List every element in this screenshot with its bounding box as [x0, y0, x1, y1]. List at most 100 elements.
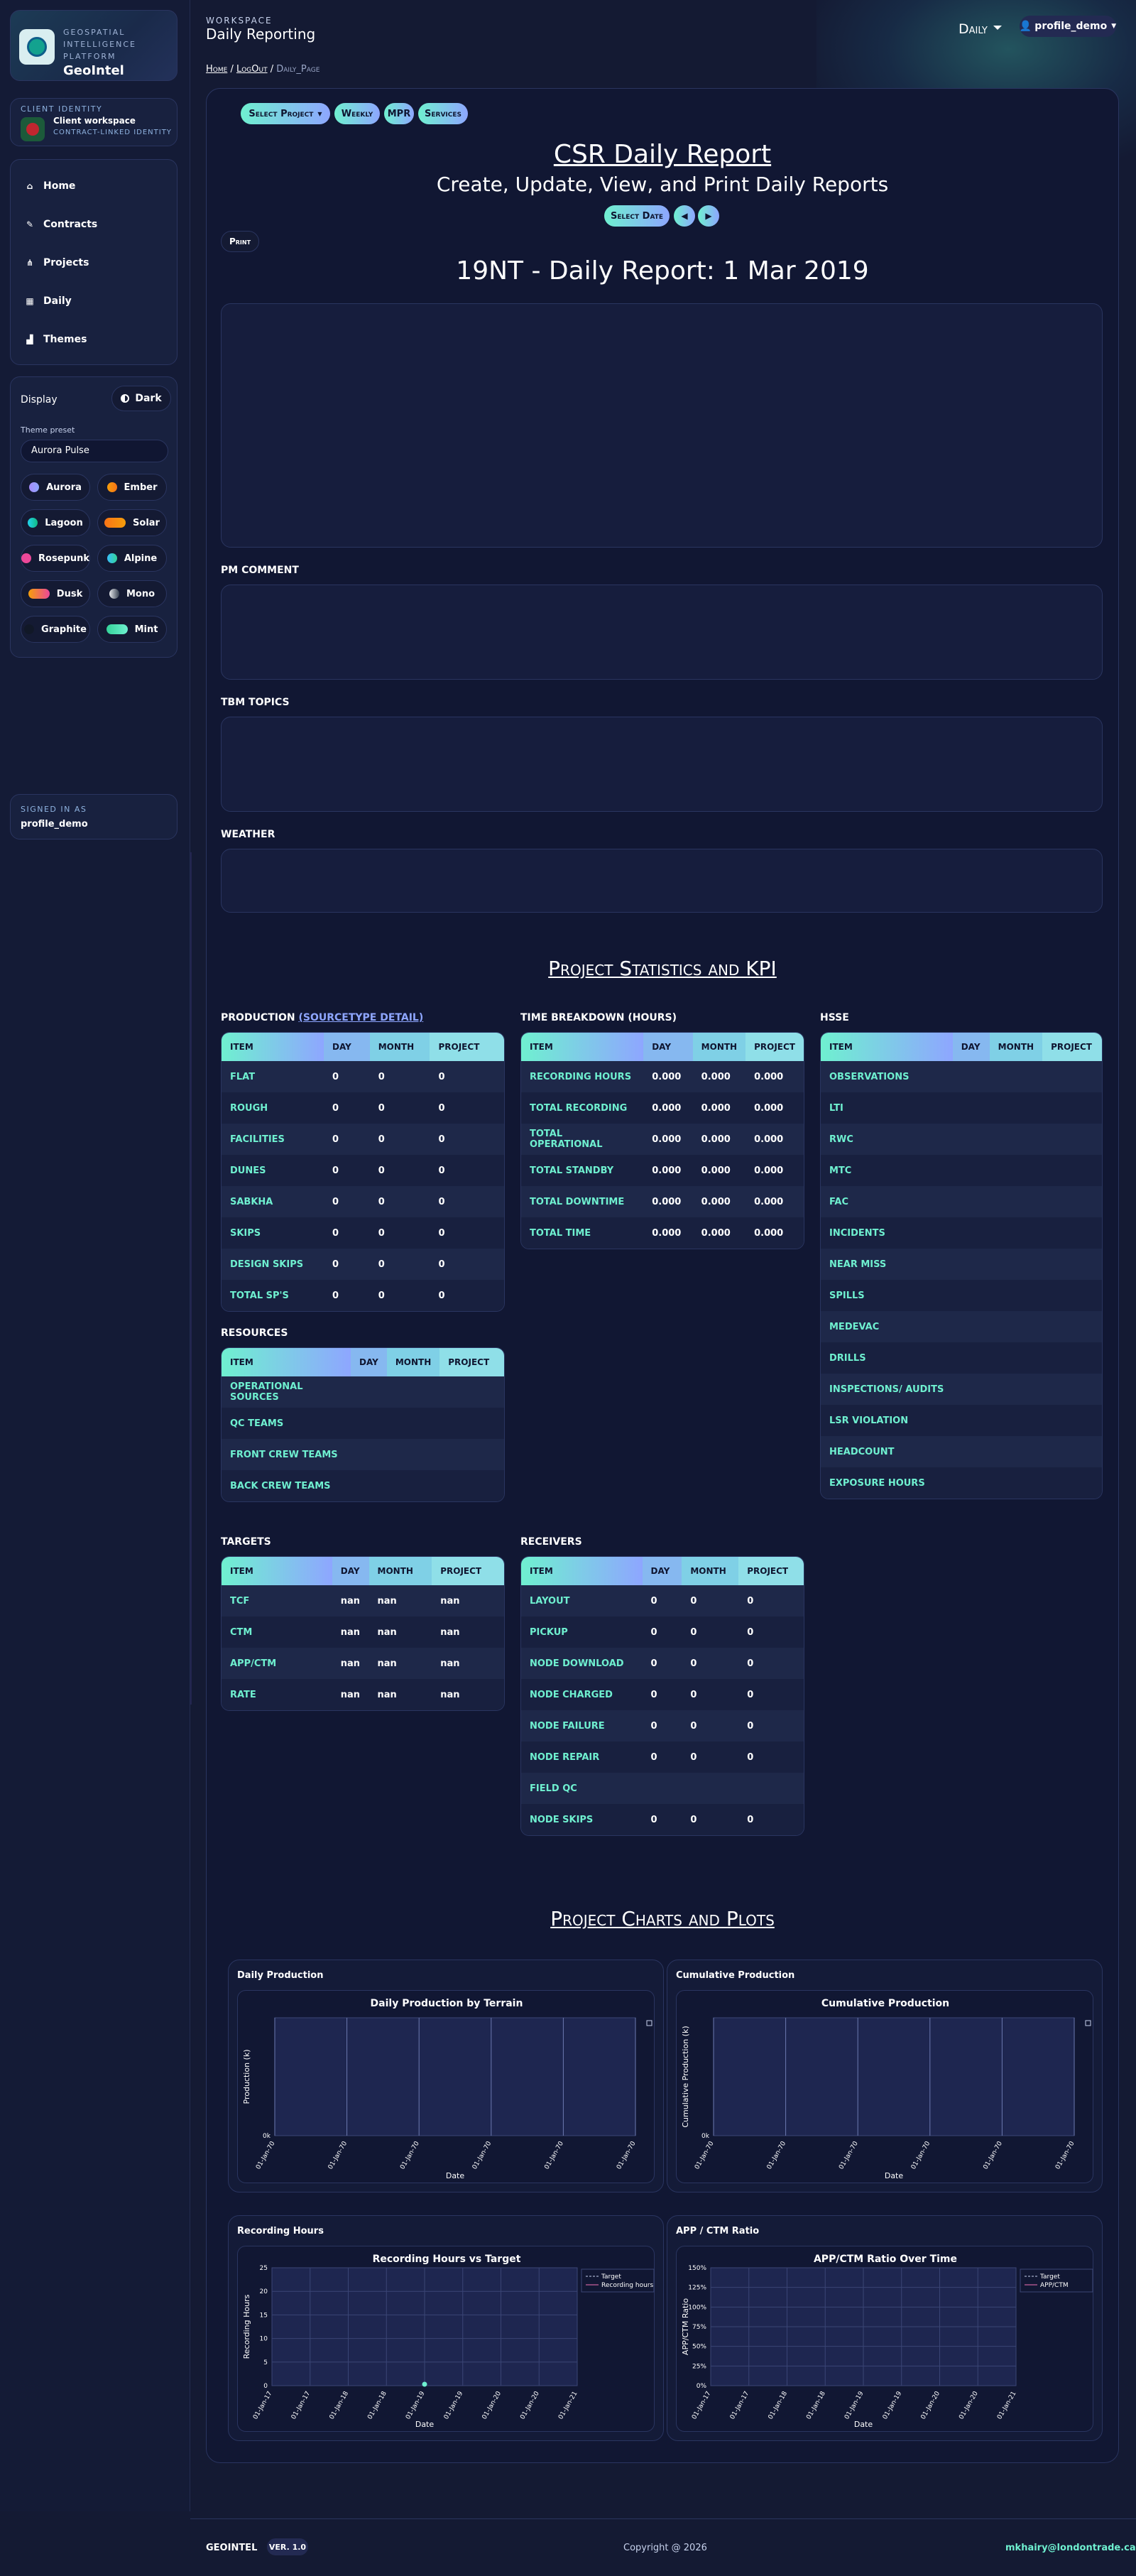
x-tick-label: 01-Jan-70	[616, 2140, 638, 2170]
row-label: TOTAL TIME	[521, 1217, 644, 1249]
cell-value: 0	[738, 1741, 804, 1773]
cell-value	[989, 1217, 1043, 1249]
services-button[interactable]: Services	[418, 103, 468, 124]
cell-value	[1042, 1436, 1102, 1467]
theme-chip-solar[interactable]: Solar	[97, 509, 167, 536]
tbm-topics-textarea[interactable]	[221, 717, 1103, 812]
chart-title: Cumulative Production	[821, 1998, 949, 2009]
chart-svg: Daily Production by Terrain 01-Jan-70 01-J…	[242, 1998, 652, 2180]
row-label: EXPOSURE HOURS	[821, 1467, 953, 1499]
theme-chip-mono[interactable]: Mono	[97, 580, 167, 607]
table-row: FACILITIES 0 0 0	[222, 1124, 504, 1155]
main-panel: Select Project ▼ Weekly MPR Services CSR …	[206, 88, 1119, 2463]
breadcrumb-logout[interactable]: LogOut	[236, 64, 268, 75]
cell-value	[952, 1436, 990, 1467]
tbm-topics-label: TBM TOPICS	[221, 697, 290, 708]
dark-mode-toggle[interactable]: Dark	[111, 386, 171, 411]
x-axis-label: Date	[854, 2420, 873, 2429]
y-axis-label: APP/CTM Ratio	[681, 2298, 690, 2355]
row-label: TOTAL RECORDING	[521, 1092, 644, 1124]
footer-email[interactable]: mkhairy@londontrade.ca	[1005, 2543, 1136, 2553]
cell-value: 0	[682, 1616, 739, 1648]
select-project-button[interactable]: Select Project ▼	[241, 103, 330, 124]
theme-chip-label: Ember	[124, 482, 158, 493]
column-header: MONTH	[989, 1033, 1043, 1061]
sidebar-item-daily[interactable]: ▦ Daily	[25, 290, 71, 312]
user-name: profile_demo	[1034, 21, 1108, 32]
footer-brand: GEOINTEL	[206, 2543, 258, 2553]
brand-card[interactable]: Geospatial Intelligence Platform GeoInte…	[10, 10, 178, 81]
row-label: APP/CTM	[222, 1648, 332, 1679]
plot-area	[713, 2017, 1075, 2136]
theme-chip-lagoon[interactable]: Lagoon	[21, 509, 90, 536]
row-label: DESIGN SKIPS	[222, 1249, 324, 1280]
cell-value: 0	[682, 1710, 739, 1741]
theme-chip-ember[interactable]: Ember	[97, 474, 167, 501]
report-textarea[interactable]	[221, 303, 1103, 548]
cell-value: 0	[430, 1249, 504, 1280]
mode-dropdown[interactable]: Daily	[958, 21, 1002, 37]
chart-icon: ▟	[26, 335, 33, 344]
column-header: DAY	[642, 1557, 682, 1585]
x-tick-label: 01-Jan-70	[399, 2140, 421, 2170]
table-row: NODE FAILURE 0 0 0	[521, 1710, 804, 1741]
cell-value	[386, 1376, 440, 1408]
table-row: TOTAL SP'S 0 0 0	[222, 1280, 504, 1311]
theme-chip-label: Graphite	[41, 624, 87, 635]
theme-chip-rosepunk[interactable]: Rosepunk	[21, 545, 90, 572]
theme-preset-select[interactable]: Aurora Pulse	[21, 440, 168, 462]
user-dropdown[interactable]: 👤 profile_demo ▼	[1020, 16, 1116, 37]
cell-value	[952, 1467, 990, 1499]
report-date-title: 19NT - Daily Report: 1 Mar 2019	[456, 256, 869, 286]
mpr-button[interactable]: MPR	[384, 103, 414, 124]
cell-value	[952, 1155, 990, 1186]
sourcetype-detail-link[interactable]: (SOURCETYPE DETAIL)	[298, 1012, 423, 1023]
theme-chip-graphite[interactable]: Graphite	[21, 616, 90, 643]
row-label: FLAT	[222, 1061, 324, 1092]
theme-chip-mint[interactable]: Mint	[97, 616, 167, 643]
breadcrumb: Home / LogOut / Daily_Page	[206, 64, 320, 75]
theme-chip-alpine[interactable]: Alpine	[97, 545, 167, 572]
prev-date-button[interactable]: ◀	[674, 205, 695, 227]
column-header: PROJECT	[439, 1348, 504, 1376]
cell-value: 0.000	[746, 1155, 804, 1186]
cell-value	[952, 1374, 990, 1405]
sidebar-item-home[interactable]: ⌂ Home	[25, 175, 76, 197]
select-date-button[interactable]: Select Date	[604, 205, 670, 227]
pm-comment-textarea[interactable]	[221, 585, 1103, 680]
select-project-label: Select Project	[248, 108, 314, 119]
cell-value: 0	[682, 1741, 739, 1773]
row-label: FIELD QC	[521, 1773, 643, 1804]
row-label: FAC	[821, 1186, 953, 1217]
cell-value: 0	[642, 1741, 682, 1773]
chevron-down-icon: ▼	[317, 110, 322, 117]
column-header: PROJECT	[738, 1557, 804, 1585]
cell-value: 0	[642, 1648, 682, 1679]
table-row: TOTAL TIME 0.000 0.000 0.000	[521, 1217, 804, 1249]
sidebar-item-projects[interactable]: ⋔ Projects	[25, 252, 89, 273]
row-label: ROUGH	[222, 1092, 324, 1124]
theme-chip-dusk[interactable]: Dusk	[21, 580, 90, 607]
row-label: DUNES	[222, 1155, 324, 1186]
weekly-button[interactable]: Weekly	[334, 103, 380, 124]
cell-value: 0	[642, 1804, 682, 1835]
theme-chip-aurora[interactable]: Aurora	[21, 474, 90, 501]
table-row: TOTAL DOWNTIME 0.000 0.000 0.000	[521, 1186, 804, 1217]
weather-textarea[interactable]	[221, 849, 1103, 913]
chevron-right-icon: ▶	[705, 211, 712, 221]
nav-label: Contracts	[43, 219, 98, 230]
row-label: SPILLS	[821, 1280, 953, 1311]
row-label: NODE CHARGED	[521, 1679, 643, 1710]
sidebar-item-contracts[interactable]: ✎ Contracts	[25, 214, 97, 235]
print-button[interactable]: Print	[221, 231, 259, 252]
cell-value	[386, 1439, 440, 1470]
brand-subtitle: Geospatial Intelligence Platform	[63, 28, 136, 61]
cell-value	[952, 1217, 990, 1249]
cell-value: nan	[368, 1648, 432, 1679]
breadcrumb-home[interactable]: Home	[206, 64, 227, 75]
theme-swatch-icon	[104, 518, 126, 528]
column-header: DAY	[351, 1348, 387, 1376]
sidebar-item-themes[interactable]: ▟ Themes	[25, 329, 87, 350]
chart-container: Daily Production by Terrain 01-Jan-70 01-J…	[237, 1990, 655, 2183]
next-date-button[interactable]: ▶	[698, 205, 719, 227]
